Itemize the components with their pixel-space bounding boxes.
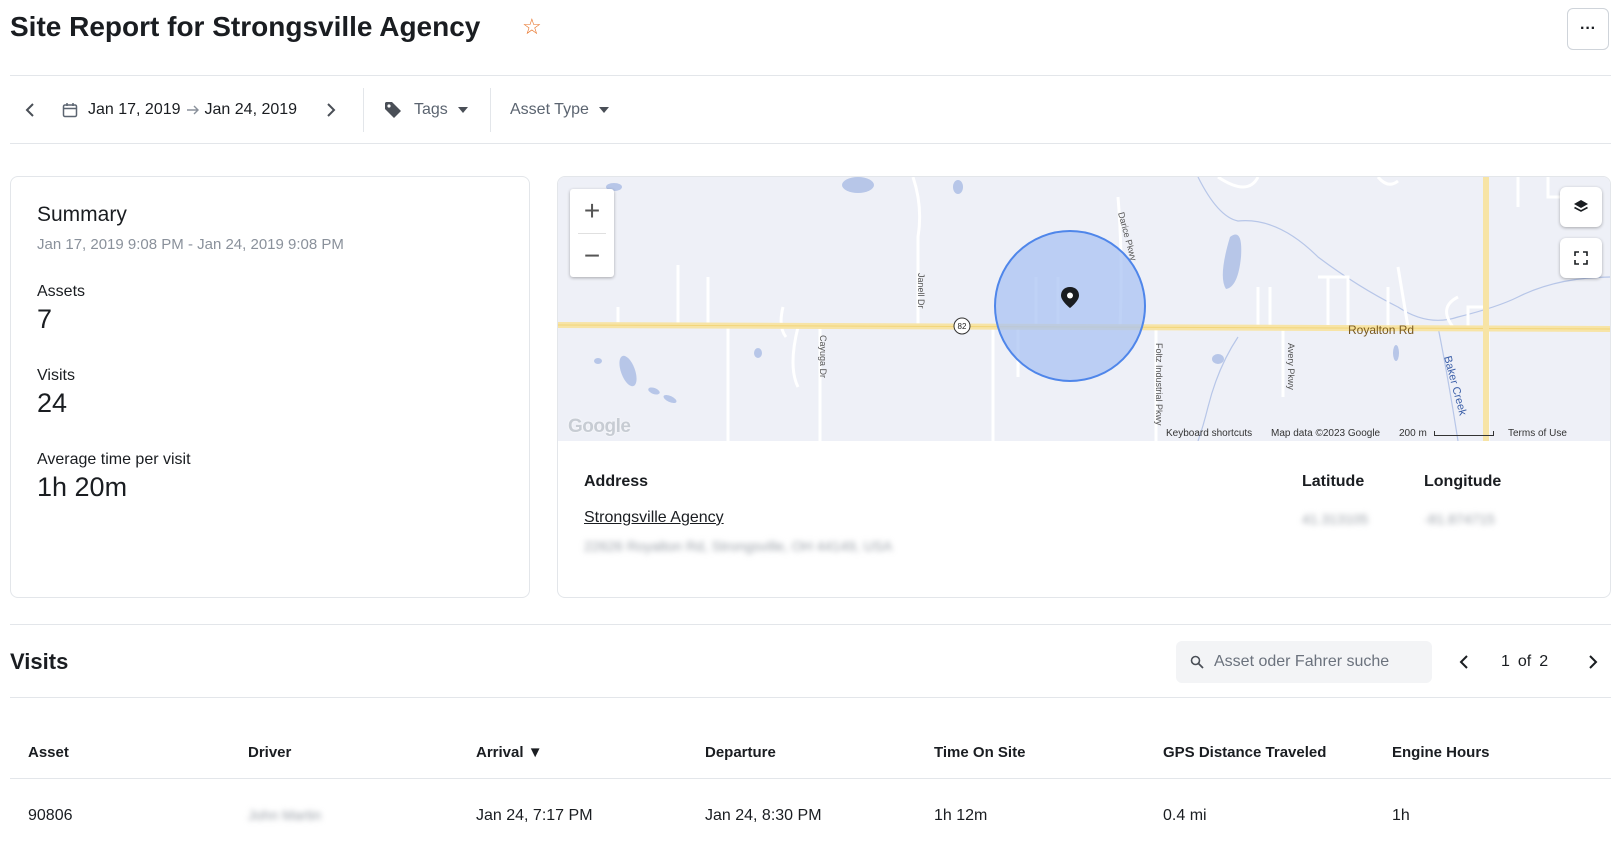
stat-value-avg-time: 1h 20m [37, 472, 128, 502]
cell-arrival: Jan 24, 7:17 PM [476, 807, 593, 824]
map-layers-button[interactable] [1560, 187, 1602, 227]
prev-page-button[interactable] [1458, 625, 1470, 699]
next-date-button[interactable] [325, 76, 337, 144]
stat-label-visits: Visits [37, 367, 75, 384]
stat-value-visits: 24 [37, 388, 68, 418]
map-road-label: Avery Pkwy [1286, 343, 1296, 390]
map-data-attribution: Map data ©2023 Google [1271, 428, 1381, 439]
summary-title: Summary [37, 203, 127, 226]
tags-label: Tags [414, 101, 448, 118]
summary-date-range: Jan 17, 2019 9:08 PM - Jan 24, 2019 9:08… [37, 236, 344, 253]
zoom-in-button[interactable]: + [570, 189, 614, 233]
tag-icon [385, 102, 401, 118]
latitude-header: Latitude [1302, 473, 1365, 490]
caret-down-icon [457, 107, 468, 113]
cell-departure: Jan 24, 8:30 PM [705, 807, 822, 824]
visits-search[interactable] [1176, 641, 1432, 683]
next-page-button[interactable] [1587, 625, 1599, 699]
page-total: 2 [1539, 653, 1549, 670]
map-road-label: Foltz Industrial Pkwy [1154, 343, 1164, 426]
column-header-asset[interactable]: Asset [28, 744, 69, 761]
page-header: Site Report for Strongsville Agency ☆ ··… [10, 0, 1611, 76]
zoom-control: + − [570, 189, 614, 277]
fullscreen-icon [1574, 251, 1588, 265]
favorite-star-icon[interactable]: ☆ [522, 14, 542, 40]
summary-card: Summary Jan 17, 2019 9:08 PM - Jan 24, 2… [10, 176, 530, 598]
layers-icon [1574, 200, 1588, 212]
asset-type-dropdown[interactable]: Asset Type [510, 76, 609, 144]
visits-header: Visits 1 of 2 [10, 624, 1611, 698]
chevron-left-icon [25, 103, 34, 117]
site-map-card: 82 Royalton Rd Janell Dr Cayuga Dr Daric… [557, 176, 1611, 598]
cell-engine-hours: 1h [1392, 807, 1410, 824]
terms-of-use-link[interactable]: Terms of Use [1508, 428, 1567, 439]
longitude-header: Longitude [1424, 473, 1502, 490]
arrow-right-icon [186, 105, 199, 115]
column-header-time-on-site[interactable]: Time On Site [934, 744, 1025, 761]
longitude-value: -81.874715 [1424, 511, 1495, 527]
map-scale-bar [1434, 431, 1494, 436]
page-of: of [1517, 653, 1532, 670]
route-shield-label: 82 [958, 322, 967, 331]
keyboard-shortcuts-link[interactable]: Keyboard shortcuts [1166, 428, 1252, 439]
street-address: 22626 Royalton Rd, Strongsville, OH 4414… [584, 538, 893, 554]
site-name-link[interactable]: Strongsville Agency [584, 509, 724, 527]
date-range-picker[interactable]: Jan 17, 2019 Jan 24, 2019 [62, 76, 297, 144]
cell-time-on-site: 1h 12m [934, 807, 988, 824]
asset-type-label: Asset Type [510, 101, 589, 118]
map-road-label: Baker Creek [1441, 355, 1469, 418]
page-current: 1 [1501, 653, 1510, 670]
column-header-arrival[interactable]: Arrival ▼ [476, 744, 543, 761]
map-road-label: Cayuga Dr [818, 335, 828, 378]
chevron-left-icon [1459, 655, 1468, 669]
search-input[interactable] [1214, 653, 1424, 671]
date-end: Jan 24, 2019 [204, 101, 298, 118]
site-map[interactable]: 82 Royalton Rd Janell Dr Cayuga Dr Daric… [558, 177, 1610, 441]
map-road-label: Royalton Rd [1348, 323, 1414, 337]
column-header-departure[interactable]: Departure [705, 744, 776, 761]
column-header-engine-hours[interactable]: Engine Hours [1392, 744, 1490, 761]
tags-dropdown[interactable]: Tags [384, 76, 468, 144]
prev-date-button[interactable] [24, 76, 36, 144]
chevron-right-icon [1589, 655, 1598, 669]
filter-divider [490, 88, 491, 132]
visits-title: Visits [10, 649, 69, 674]
google-logo: Google [568, 416, 631, 437]
fullscreen-button[interactable] [1560, 238, 1602, 278]
chevron-right-icon [327, 103, 336, 117]
address-header: Address [584, 473, 649, 490]
date-start: Jan 17, 2019 [88, 101, 181, 118]
map-road-label: Janell Dr [916, 273, 926, 309]
filter-bar: Jan 17, 2019 Jan 24, 2019 Tags Asset Typ… [10, 76, 1611, 144]
cell-distance: 0.4 mi [1163, 807, 1207, 824]
more-options-button[interactable]: ··· [1567, 8, 1609, 50]
column-header-gps-distance[interactable]: GPS Distance Traveled [1163, 744, 1326, 761]
page-title: Site Report for Strongsville Agency [10, 11, 481, 42]
cell-asset: 90806 [28, 807, 73, 824]
calendar-icon [62, 103, 78, 118]
caret-down-icon [598, 107, 609, 113]
column-header-driver[interactable]: Driver [248, 744, 291, 761]
zoom-out-button[interactable]: − [570, 234, 614, 278]
page-indicator: 1 of 2 [1501, 625, 1548, 699]
filter-divider [363, 88, 364, 132]
search-icon [1190, 655, 1204, 669]
table-header-divider [10, 778, 1611, 779]
stat-value-assets: 7 [37, 304, 53, 334]
stat-label-assets: Assets [37, 283, 86, 300]
map-canvas: 82 Royalton Rd Janell Dr Cayuga Dr Daric… [558, 177, 1610, 441]
map-scale-label: 200 m [1399, 428, 1427, 439]
stat-label-avg-time: Average time per visit [37, 451, 191, 468]
latitude-value: 41.313105 [1302, 511, 1369, 527]
cell-driver: John Martin [248, 807, 322, 823]
